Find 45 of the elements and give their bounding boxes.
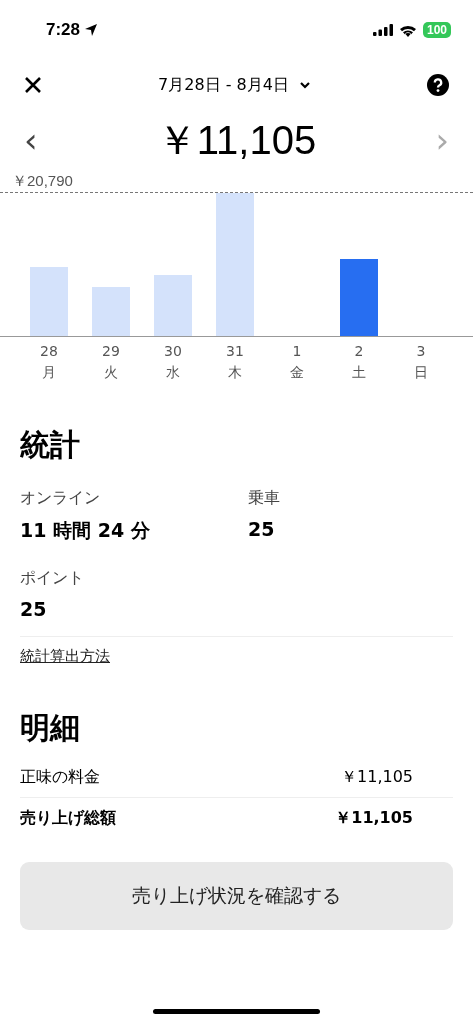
- day-weekday: 木: [228, 363, 242, 382]
- stat-value: 25: [248, 518, 276, 540]
- day-weekday: 日: [414, 363, 428, 382]
- stats-heading: 統計: [20, 426, 81, 464]
- chart-max-label: ￥20,790: [11, 172, 74, 191]
- day-date: 3: [416, 342, 426, 361]
- day-weekday: 火: [104, 363, 118, 382]
- date-range-selector[interactable]: 7月28日 - 8月4日: [158, 74, 311, 96]
- detail-value: ￥11,105: [335, 807, 413, 829]
- stat-label: 乗車: [248, 487, 281, 509]
- day-date: 2: [354, 342, 364, 361]
- stat-value: 11 時間 24 分: [20, 518, 151, 543]
- chart-bar[interactable]: [216, 193, 254, 336]
- day-weekday: 金: [290, 363, 304, 382]
- day-date: 30: [164, 342, 182, 361]
- day-weekday: 土: [352, 363, 366, 382]
- day-weekday: 水: [166, 363, 180, 382]
- stat-label: ポイント: [20, 567, 85, 589]
- day-weekday: 月: [42, 363, 56, 382]
- chart-bar[interactable]: [154, 274, 192, 336]
- view-earnings-button[interactable]: 売り上げ状況を確認する: [20, 862, 453, 930]
- day-date: 28: [40, 342, 58, 361]
- stat-label: オンライン: [20, 487, 101, 509]
- detail-label: 売り上げ総額: [20, 807, 116, 829]
- battery-indicator: 100: [422, 22, 451, 38]
- wifi-icon: [398, 23, 417, 37]
- chart-bar[interactable]: [340, 258, 378, 336]
- detail-value: ￥11,105: [341, 766, 413, 788]
- close-icon[interactable]: [24, 76, 42, 94]
- status-time: 7:28: [46, 20, 99, 40]
- stat-value: 25: [20, 598, 48, 620]
- day-date: 29: [102, 342, 120, 361]
- signal-icon: [372, 24, 393, 36]
- location-arrow-icon: [84, 23, 99, 37]
- chevron-down-icon: [298, 81, 311, 89]
- total-amount: ￥11,105: [156, 116, 317, 164]
- detail-label: 正味の料金: [20, 766, 100, 788]
- stats-method-link[interactable]: 統計算出方法: [20, 647, 110, 666]
- help-icon[interactable]: [427, 74, 449, 96]
- previous-week-button[interactable]: ‹: [24, 123, 38, 157]
- day-date: 31: [226, 342, 244, 361]
- chart-bar[interactable]: [30, 267, 68, 336]
- details-heading: 明細: [20, 709, 81, 747]
- chart-bar[interactable]: [92, 287, 130, 336]
- day-date: 1: [292, 342, 302, 361]
